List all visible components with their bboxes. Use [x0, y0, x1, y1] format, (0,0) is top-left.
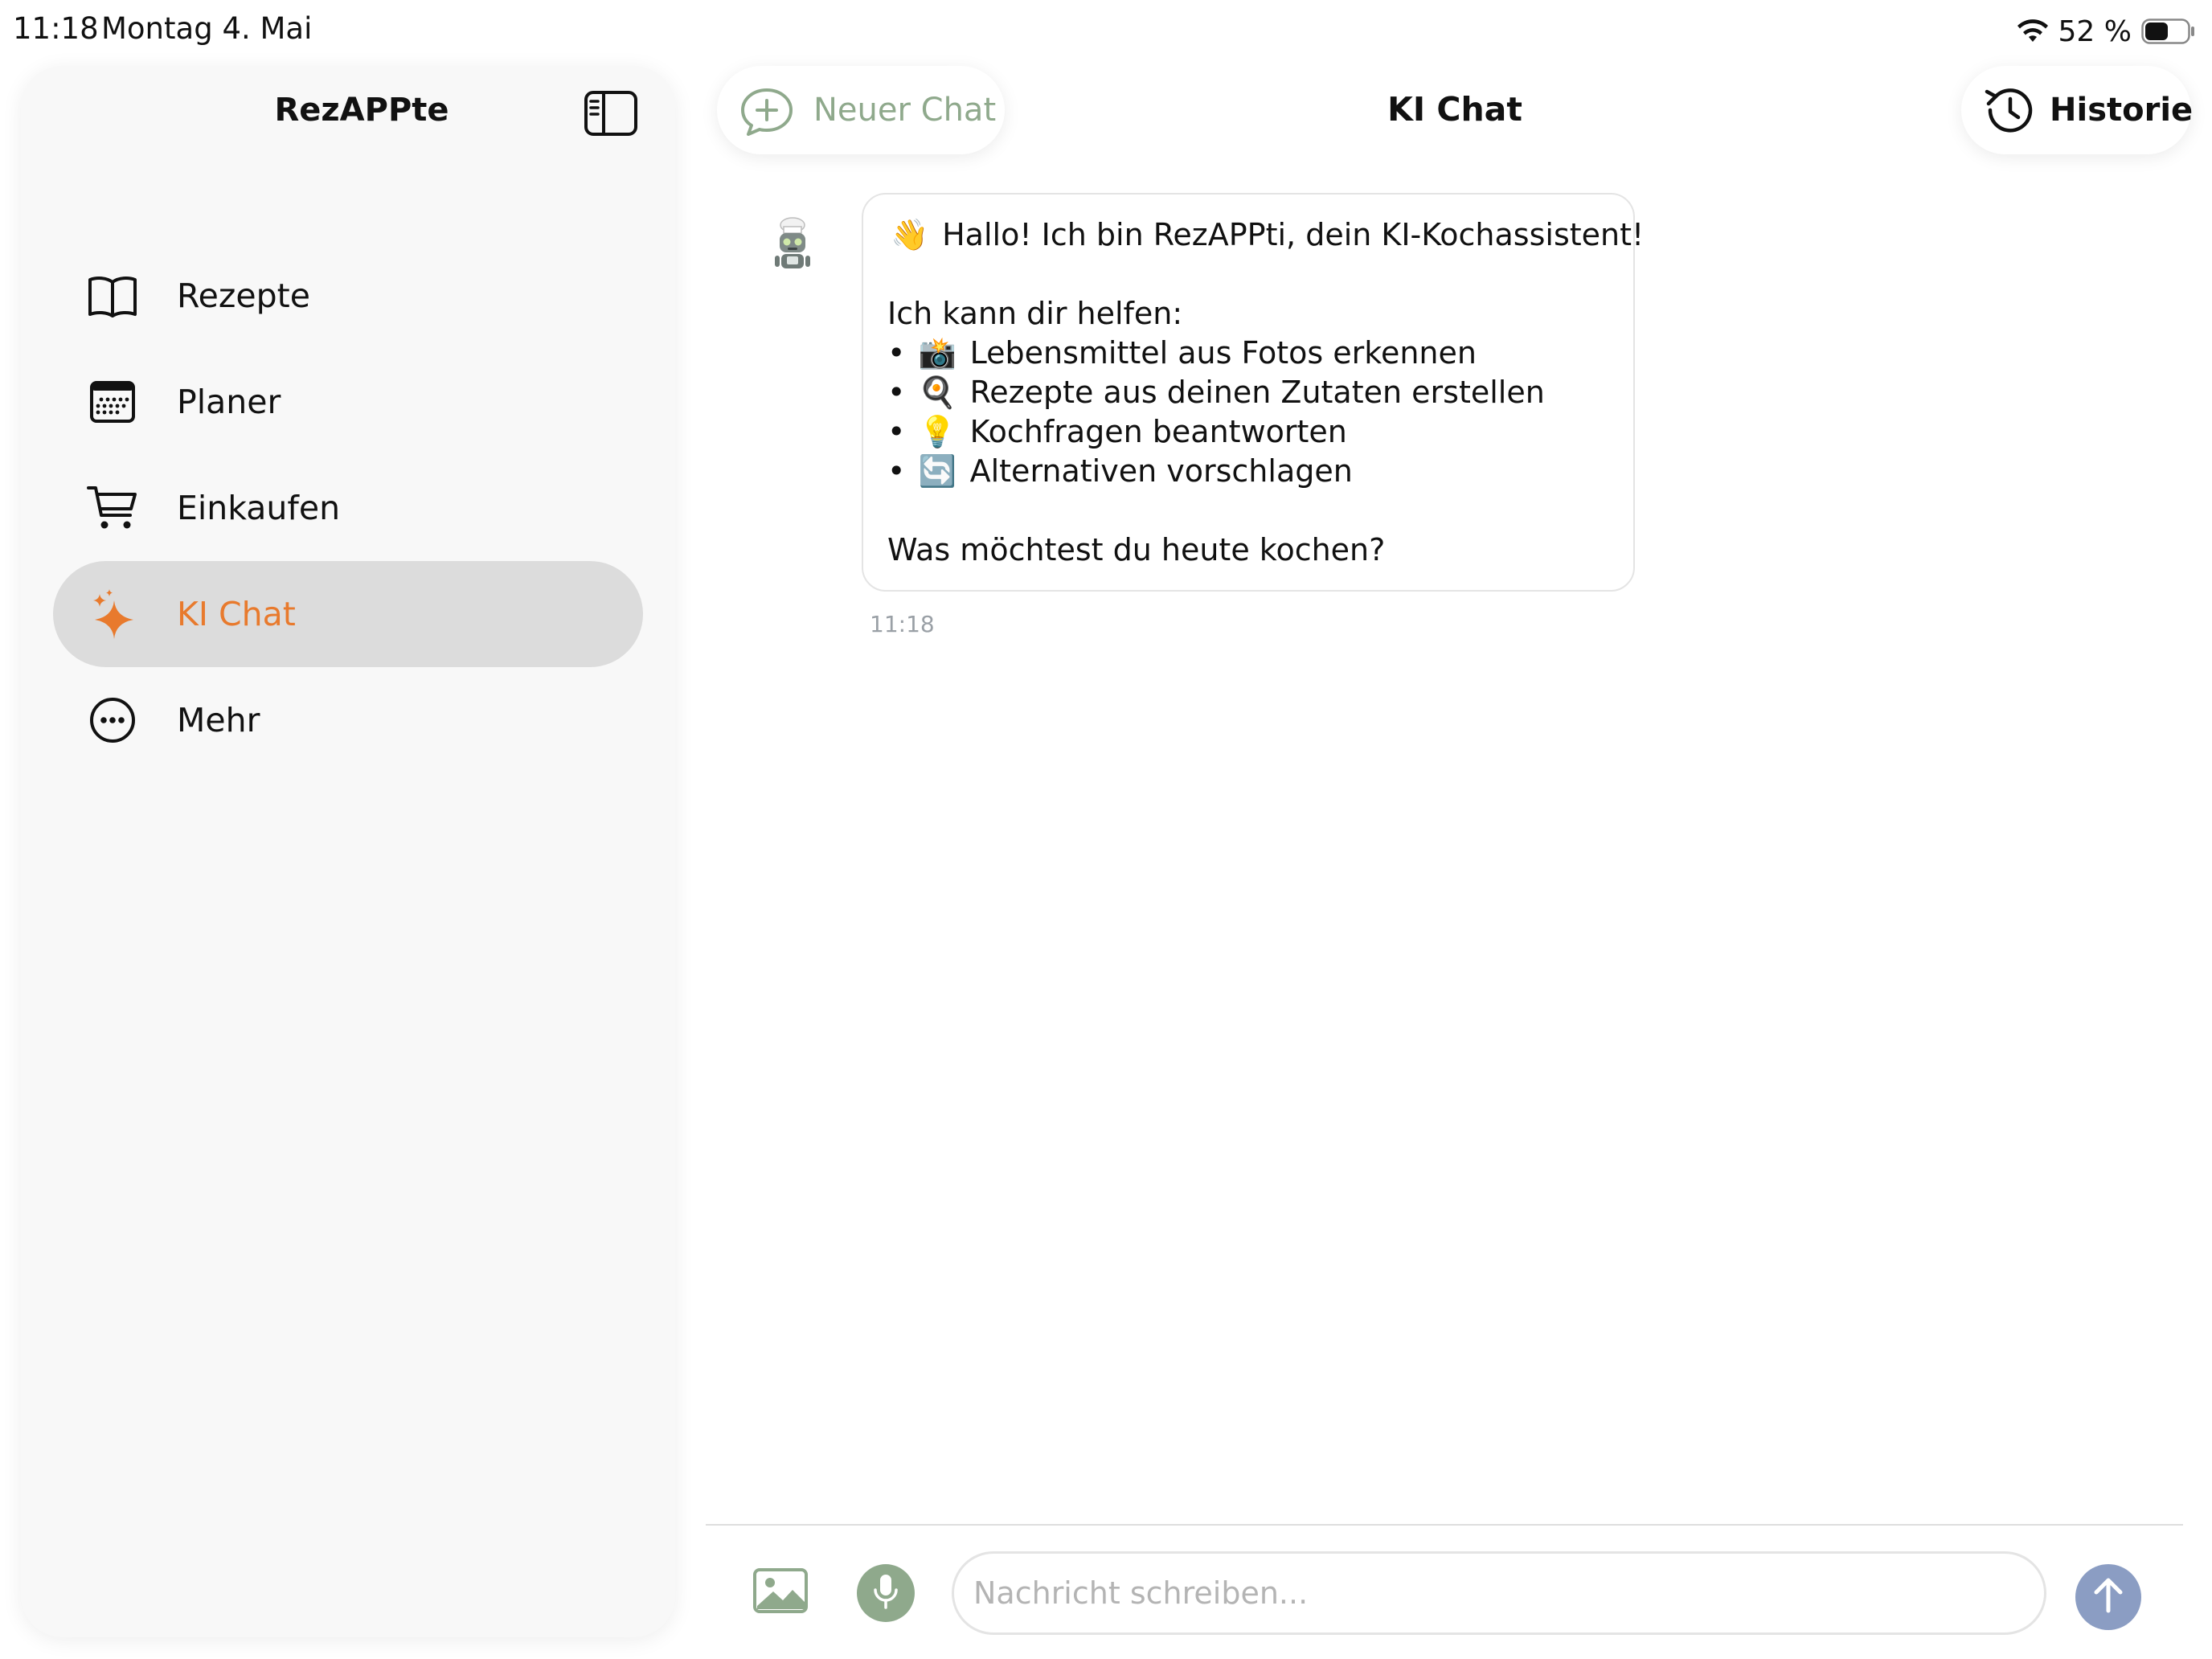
- add-chat-icon: [739, 87, 794, 137]
- message-bullet: • 🔄 Alternativen vorschlagen: [887, 453, 1353, 489]
- sidebar-toggle-icon[interactable]: [584, 90, 638, 137]
- sidebar-item-einkaufen[interactable]: Einkaufen: [53, 455, 643, 561]
- sidebar-item-label: Planer: [177, 383, 281, 421]
- message-input[interactable]: [952, 1551, 2046, 1635]
- history-button[interactable]: Historie: [1961, 66, 2194, 154]
- new-chat-button[interactable]: Neuer Chat: [717, 66, 1005, 154]
- message-bullet: • 💡 Kochfragen beantworten: [887, 414, 1347, 449]
- message-bullet: • 🍳 Rezepte aus deinen Zutaten erstellen: [887, 375, 1545, 410]
- bulb-emoji: 💡: [918, 414, 957, 449]
- message-timestamp: 11:18: [870, 611, 935, 637]
- message-line: Was möchtest du heute kochen?: [887, 532, 1386, 567]
- sidebar-item-label: Mehr: [177, 701, 260, 739]
- wifi-icon: [2017, 19, 2049, 43]
- sparkles-icon: [87, 589, 138, 639]
- pan-emoji: 🍳: [918, 375, 957, 410]
- microphone-icon: [874, 1574, 898, 1612]
- status-indicators: 52 %: [2017, 11, 2196, 51]
- page-title: KI Chat: [1387, 90, 1522, 129]
- history-icon: [1982, 84, 2035, 137]
- battery-percent: 52 %: [2058, 14, 2132, 48]
- refresh-emoji: 🔄: [918, 453, 957, 489]
- message-bullet: • 📸 Lebensmittel aus Fotos erkennen: [887, 335, 1477, 371]
- cart-icon: [87, 484, 138, 532]
- more-icon: [87, 696, 138, 744]
- sidebar-item-mehr[interactable]: Mehr: [53, 667, 643, 773]
- image-picker-icon[interactable]: [752, 1567, 809, 1614]
- composer-divider: [706, 1524, 2183, 1526]
- history-label: Historie: [2050, 92, 2194, 129]
- assistant-message-bubble: 👋 Hallo! Ich bin RezAPPti, dein KI-Kocha…: [862, 193, 1644, 592]
- arrow-up-icon: [2092, 1577, 2124, 1617]
- message-line: Ich kann dir helfen:: [887, 296, 1183, 331]
- status-bar: 11:18 Montag 4. Mai 52 %: [0, 0, 2212, 64]
- sidebar-item-label: Rezepte: [177, 276, 310, 315]
- status-time: 11:18: [13, 11, 99, 46]
- sidebar-item-label: Einkaufen: [177, 489, 341, 527]
- sidebar-item-label: KI Chat: [177, 595, 296, 633]
- robot-chef-icon: [764, 215, 821, 273]
- status-date: Montag 4. Mai: [101, 11, 313, 46]
- sidebar-item-planer[interactable]: Planer: [53, 349, 643, 455]
- sidebar: RezAPPte Rezepte Planer Einkaufen KI Cha…: [21, 66, 675, 1637]
- sidebar-item-ki-chat[interactable]: KI Chat: [53, 561, 643, 667]
- new-chat-label: Neuer Chat: [813, 92, 997, 129]
- microphone-button[interactable]: [857, 1564, 915, 1622]
- message-line: 👋 Hallo! Ich bin RezAPPti, dein KI-Kocha…: [887, 217, 1644, 253]
- camera-emoji: 📸: [918, 335, 957, 371]
- wave-emoji: 👋: [891, 217, 929, 252]
- battery-icon: [2141, 18, 2196, 44]
- book-icon: [87, 272, 138, 320]
- sidebar-item-rezepte[interactable]: Rezepte: [53, 243, 643, 349]
- send-button[interactable]: [2075, 1564, 2141, 1630]
- calendar-icon: [87, 378, 138, 426]
